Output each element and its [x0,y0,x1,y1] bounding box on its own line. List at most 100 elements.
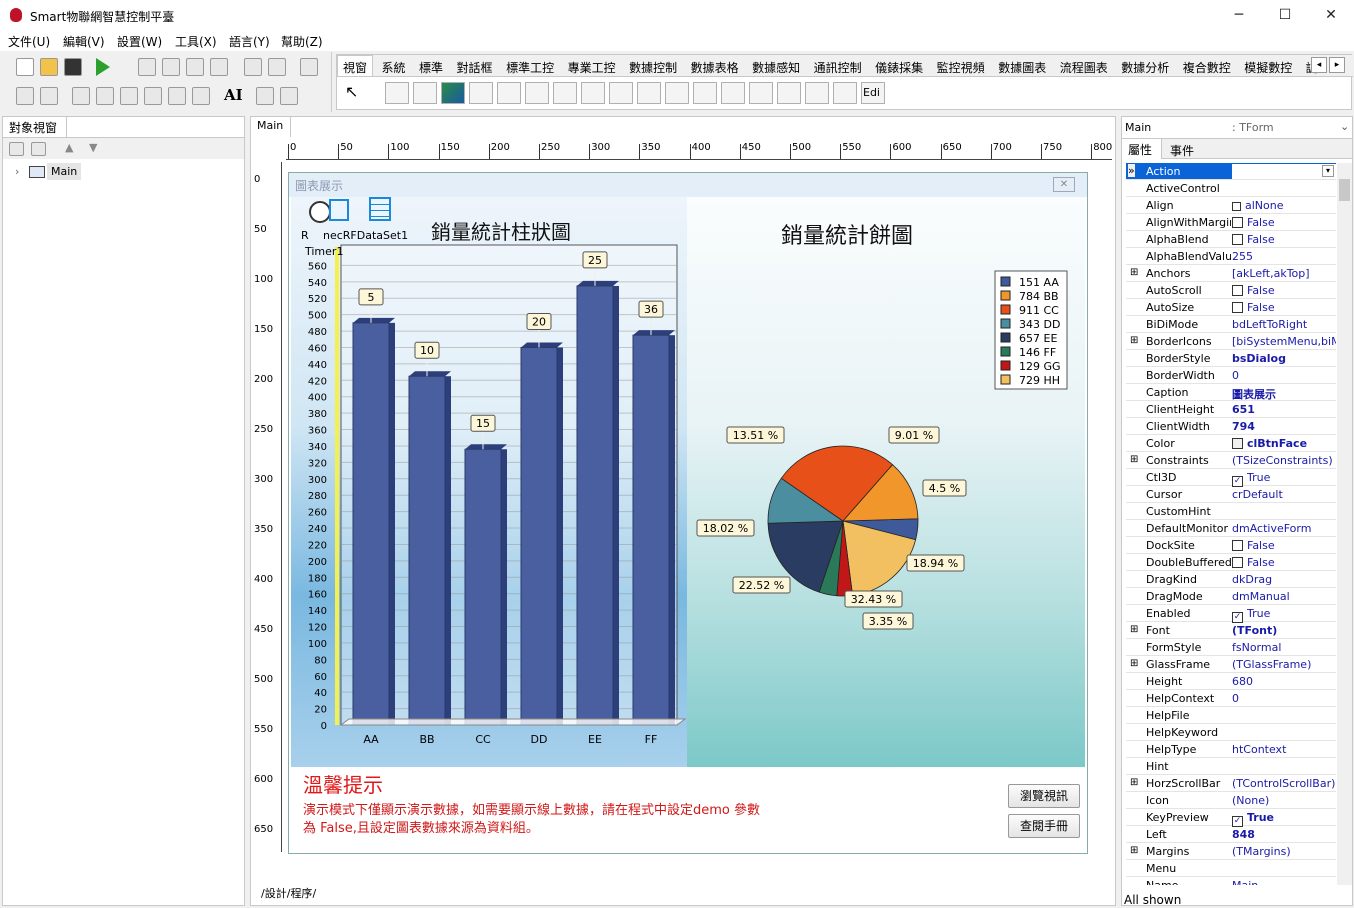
object-selector[interactable]: Main : TForm ⌄ [1122,117,1352,139]
grid-component-icon[interactable] [665,82,689,104]
property-row[interactable]: ClientHeight 651 [1126,401,1336,418]
memo-component-icon[interactable] [469,82,493,104]
media-component-icon[interactable] [833,82,857,104]
property-row[interactable]: ⊞ Margins (TMargins) [1126,843,1336,860]
view-manual-button[interactable]: 查閱手冊 [1008,814,1080,838]
add-object-icon[interactable] [9,142,24,156]
save-icon[interactable] [64,58,82,76]
property-row[interactable]: Left 848 [1126,826,1336,843]
property-row[interactable]: DragKind dkDrag [1126,571,1336,588]
property-value[interactable]: False [1232,301,1336,314]
property-row[interactable]: DragMode dmManual [1126,588,1336,605]
menu-tools[interactable]: 工具(X) [175,33,217,50]
tab-composite[interactable]: 複合數控 [1178,56,1236,76]
designer-tab[interactable]: Main [251,117,291,137]
page-component-icon[interactable] [805,82,829,104]
expand-icon[interactable]: ⊞ [1130,454,1138,465]
property-value[interactable]: crDefault [1232,488,1336,501]
property-value[interactable]: 0 [1232,369,1336,382]
property-value[interactable]: alNone [1232,199,1336,212]
property-row[interactable]: AlphaBlend False [1126,231,1336,248]
menu-language[interactable]: 語言(Y) [229,33,270,50]
align-left-icon[interactable] [40,87,58,105]
tab-properties[interactable]: 屬性 [1122,139,1162,159]
checkbox[interactable] [1232,557,1243,568]
property-value[interactable]: 794 [1232,420,1336,433]
menu-edit[interactable]: 編輯(V) [63,33,105,50]
progress-component-icon[interactable] [777,82,801,104]
property-value[interactable]: ✓ True [1232,471,1336,487]
property-value[interactable]: dmActiveForm [1232,522,1336,535]
property-row[interactable]: BorderWidth 0 [1126,367,1336,384]
tab-events[interactable]: 事件 [1170,142,1194,159]
expand-icon[interactable]: ⊞ [1130,267,1138,278]
expand-icon[interactable]: ⊞ [1130,845,1138,856]
property-row[interactable]: HelpContext 0 [1126,690,1336,707]
property-value[interactable]: (TSizeConstraints) [1232,454,1336,467]
property-value[interactable]: False [1232,233,1336,246]
tab-standard[interactable]: 標準 [414,56,448,76]
data-tree-icon[interactable] [329,199,349,221]
property-value[interactable]: False [1232,556,1336,569]
align-icon[interactable] [120,87,138,105]
group-icon[interactable] [168,87,186,105]
scroll-left-icon[interactable]: ◂ [1311,57,1327,73]
property-value[interactable]: 圖表展示 [1232,386,1336,402]
menu-file[interactable]: 文件(U) [8,33,50,50]
checkbox[interactable] [1232,302,1243,313]
minimize-button[interactable]: ─ [1216,0,1262,31]
pointer-icon[interactable]: ↖ [345,82,358,101]
key-icon[interactable] [300,58,318,76]
center-h-icon[interactable] [256,87,274,105]
status-component-icon[interactable] [749,82,773,104]
property-row[interactable]: AlphaBlendValue 255 [1126,248,1336,265]
space-icon[interactable] [192,87,210,105]
expand-icon[interactable]: ⊞ [1130,624,1138,635]
property-value[interactable]: (TControlScrollBar) [1232,777,1336,790]
property-row[interactable]: BiDiMode bdLeftToRight [1126,316,1336,333]
property-value[interactable]: 651 [1232,403,1336,416]
dataset-icon[interactable] [369,197,391,221]
property-row[interactable]: HelpType htContext [1126,741,1336,758]
tab-comm-control[interactable]: 通訊控制 [809,56,867,76]
property-row[interactable]: AutoScroll False [1126,282,1336,299]
groupbox-component-icon[interactable] [413,82,437,104]
property-scrollbar[interactable] [1337,163,1352,885]
tab-data-analysis[interactable]: 數據分析 [1116,56,1174,76]
property-row[interactable]: ⊞ Font (TFont) [1126,622,1336,639]
design-tab[interactable]: /設計/程序/ [261,885,316,901]
bring-front-icon[interactable] [72,87,90,105]
property-value[interactable]: 255 [1232,250,1336,263]
property-value[interactable]: dmManual [1232,590,1336,603]
form-close-icon[interactable]: ✕ [1053,177,1075,192]
property-row[interactable]: Align alNone [1126,197,1336,214]
image-component-icon[interactable] [441,82,465,104]
redo-icon[interactable] [268,58,286,76]
property-row[interactable]: HelpFile [1126,707,1336,724]
expand-icon[interactable]: ⊞ [1130,658,1138,669]
form-preview[interactable]: 圖表展示 ✕ 0 20 40 60 80 100 120 140 160 180 200 220 240… [288,172,1088,854]
toolbar-component-icon[interactable] [637,82,661,104]
property-row[interactable]: FormStyle fsNormal [1126,639,1336,656]
property-row[interactable]: DoubleBuffered False [1126,554,1336,571]
property-value[interactable]: (TMargins) [1232,845,1336,858]
property-row[interactable]: AlignWithMargins False [1126,214,1336,231]
property-value[interactable]: dkDrag [1232,573,1336,586]
edit-component-icon[interactable] [525,82,549,104]
property-row[interactable]: AutoSize False [1126,299,1336,316]
property-value[interactable]: ✓ True [1232,607,1336,623]
property-row[interactable]: Ctl3D ✓ True [1126,469,1336,487]
browse-video-button[interactable]: 瀏覽視訊 [1008,784,1080,808]
property-value[interactable]: Main [1232,879,1336,885]
remove-object-icon[interactable] [31,142,46,156]
design-tab-label[interactable]: 設計 [265,887,287,900]
list-component-icon[interactable] [497,82,521,104]
property-value[interactable]: bdLeftToRight [1232,318,1336,331]
property-row[interactable]: ⊞ BorderIcons [biSystemMenu,biMini [1126,333,1336,350]
open-folder-icon[interactable] [40,58,58,76]
close-button[interactable]: ✕ [1308,0,1354,31]
run-icon[interactable] [96,58,110,76]
tab-instrument[interactable]: 儀錶採集 [870,56,928,76]
move-down-icon[interactable]: ▼ [89,141,97,154]
property-row[interactable]: Cursor crDefault [1126,486,1336,503]
